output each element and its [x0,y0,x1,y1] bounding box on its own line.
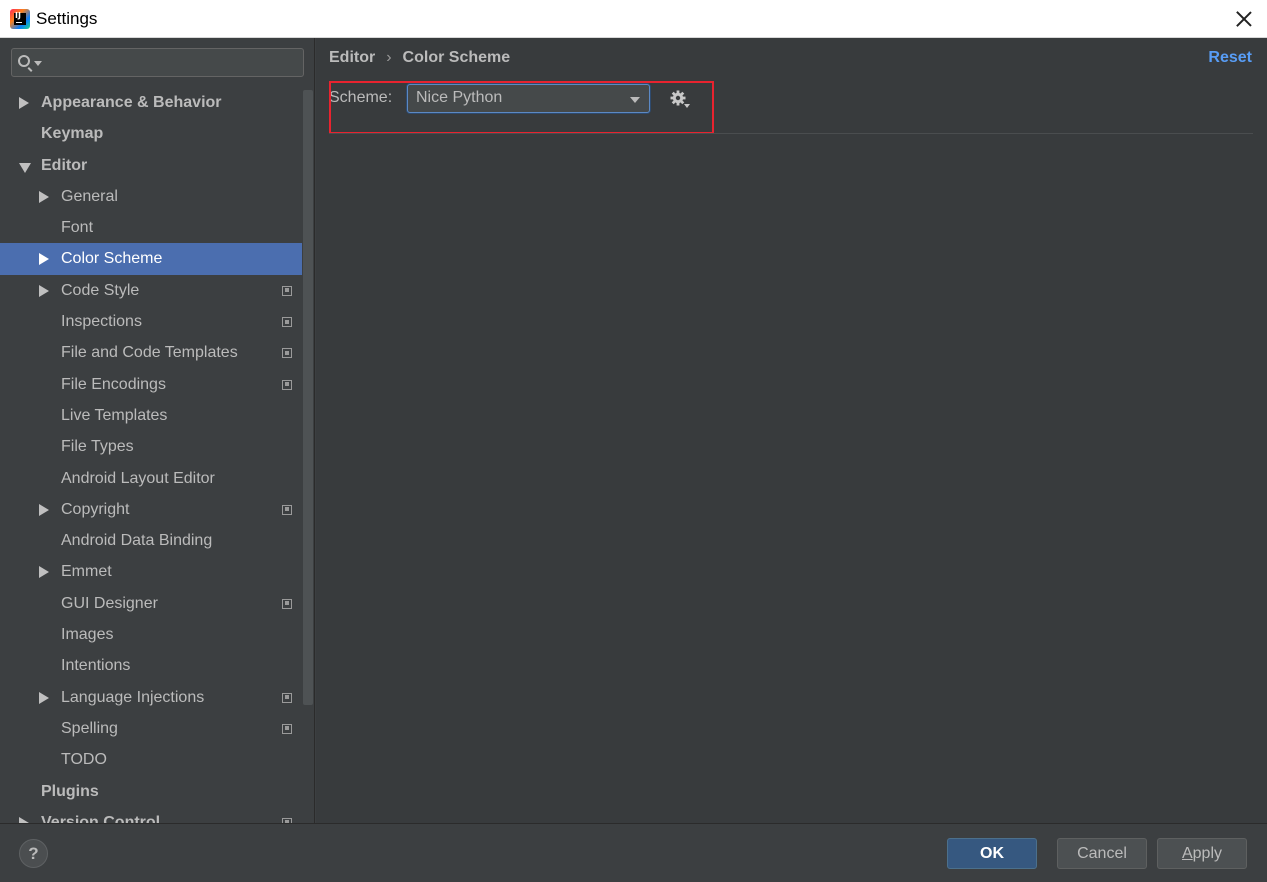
tree-item-live-templates[interactable]: Live Templates [0,400,302,431]
help-icon[interactable]: ? [19,839,48,868]
apply-label-rest: pply [1192,845,1223,862]
tree-item-label: General [61,187,118,205]
tree-item-label: Live Templates [61,406,168,424]
ok-button[interactable]: OK [947,838,1037,869]
tree-item-android-data-binding[interactable]: Android Data Binding [0,525,302,556]
expand-arrow-icon[interactable] [39,284,49,297]
settings-content-panel: Editor › Color Scheme Reset Scheme: Nice P… [316,38,1267,823]
tree-item-file-types[interactable]: File Types [0,431,302,462]
tree-item-label: Copyright [61,500,130,518]
apply-mnemonic: A [1181,845,1193,862]
tree-item-label: Editor [41,156,88,174]
breadcrumb-current: Color Scheme [402,49,511,66]
expand-arrow-icon[interactable] [39,190,49,203]
tree-item-spelling[interactable]: Spelling [0,713,302,744]
tree-item-keymap[interactable]: Keymap [0,118,302,149]
sidebar-scrollbar-thumb[interactable] [303,90,313,705]
dialog-footer: ? OK Cancel Apply [0,823,1267,882]
project-settings-copy-icon [282,317,292,328]
tree-item-intentions[interactable]: Intentions [0,650,302,681]
tree-item-copyright[interactable]: Copyright [0,494,302,525]
expand-arrow-icon[interactable] [39,253,49,266]
settings-search-box[interactable] [11,48,304,77]
settings-tree: Appearance & Behavior Keymap Editor General… [0,87,302,823]
tree-item-font[interactable]: Font [0,212,302,243]
project-settings-copy-icon [282,285,292,296]
tree-item-appearance-behavior[interactable]: Appearance & Behavior [0,87,302,118]
project-settings-copy-icon [282,598,292,609]
scheme-label: Scheme: [329,89,393,106]
tree-item-version-control[interactable]: Version Control [0,807,302,823]
tree-item-label: Emmet [61,563,112,581]
breadcrumb-separator: › [386,49,392,66]
expand-arrow-icon[interactable] [39,691,49,704]
project-settings-copy-icon [282,504,292,515]
tree-item-label: Images [61,626,114,644]
tree-item-file-encodings[interactable]: File Encodings [0,369,302,400]
settings-sidebar: Appearance & Behavior Keymap Editor General… [0,38,315,823]
tree-item-plugins[interactable]: Plugins [0,776,302,807]
expand-arrow-icon[interactable] [19,97,29,109]
project-settings-copy-icon [282,379,292,390]
tree-item-label: Plugins [41,782,99,800]
tree-item-label: Language Injections [61,688,205,706]
tree-item-gui-designer[interactable]: GUI Designer [0,588,302,619]
tree-item-emmet[interactable]: Emmet [0,556,302,587]
close-icon[interactable] [1231,6,1257,32]
breadcrumb: Editor › Color Scheme [329,49,510,67]
project-settings-copy-icon [282,348,292,359]
tree-item-label: GUI Designer [61,594,158,612]
tree-item-editor[interactable]: Editor [0,150,302,181]
tree-item-android-layout-editor[interactable]: Android Layout Editor [0,463,302,494]
tree-item-label: Color Scheme [61,250,163,268]
apply-button[interactable]: Apply [1157,838,1247,869]
settings-search-input[interactable] [46,51,296,74]
breadcrumb-parent: Editor [329,49,376,66]
expand-arrow-icon[interactable] [39,503,49,516]
tree-item-label: Version Control [41,813,161,823]
gear-icon[interactable] [669,89,691,109]
tree-item-inspections[interactable]: Inspections [0,306,302,337]
tree-item-images[interactable]: Images [0,619,302,650]
tree-item-label: Spelling [61,719,118,737]
tree-item-general[interactable]: General [0,181,302,212]
project-settings-copy-icon [282,723,292,734]
header-divider [329,133,1253,134]
color-scheme-content: Editor › Color Scheme Reset Scheme: Nice P… [316,38,1267,823]
tree-item-color-scheme[interactable]: Color Scheme [0,243,302,275]
tree-item-label: TODO [61,751,107,769]
project-settings-copy-icon [282,692,292,703]
tree-item-label: Code Style [61,281,140,299]
window-title: Settings [36,9,98,28]
reset-link[interactable]: Reset [1208,49,1252,67]
tree-item-label: Inspections [61,313,142,331]
chevron-down-icon[interactable] [630,97,640,103]
search-icon[interactable] [18,55,30,67]
tree-item-label: Intentions [61,657,131,675]
intellij-app-icon [10,9,30,29]
tree-item-todo[interactable]: TODO [0,744,302,775]
scheme-selected-value: Nice Python [416,89,503,106]
cancel-button[interactable]: Cancel [1057,838,1147,869]
tree-item-code-style[interactable]: Code Style [0,275,302,306]
tree-item-file-and-code-templates[interactable]: File and Code Templates [0,337,302,368]
tree-item-language-injections[interactable]: Language Injections [0,682,302,713]
tree-item-label: Font [61,219,94,237]
tree-item-label: Android Layout Editor [61,469,215,487]
tree-item-label: File Encodings [61,375,166,393]
tree-item-label: Android Data Binding [61,532,213,550]
expand-arrow-icon[interactable] [39,566,49,579]
collapse-arrow-icon[interactable] [19,162,31,173]
tree-item-label: Keymap [41,125,104,143]
scheme-dropdown[interactable]: Nice Python [407,84,650,113]
title-bar: Settings [0,0,1267,38]
tree-item-label: File and Code Templates [61,344,238,362]
search-history-chevron-icon[interactable] [34,61,42,66]
tree-item-label: Appearance & Behavior [41,94,222,111]
tree-item-label: File Types [61,438,134,456]
